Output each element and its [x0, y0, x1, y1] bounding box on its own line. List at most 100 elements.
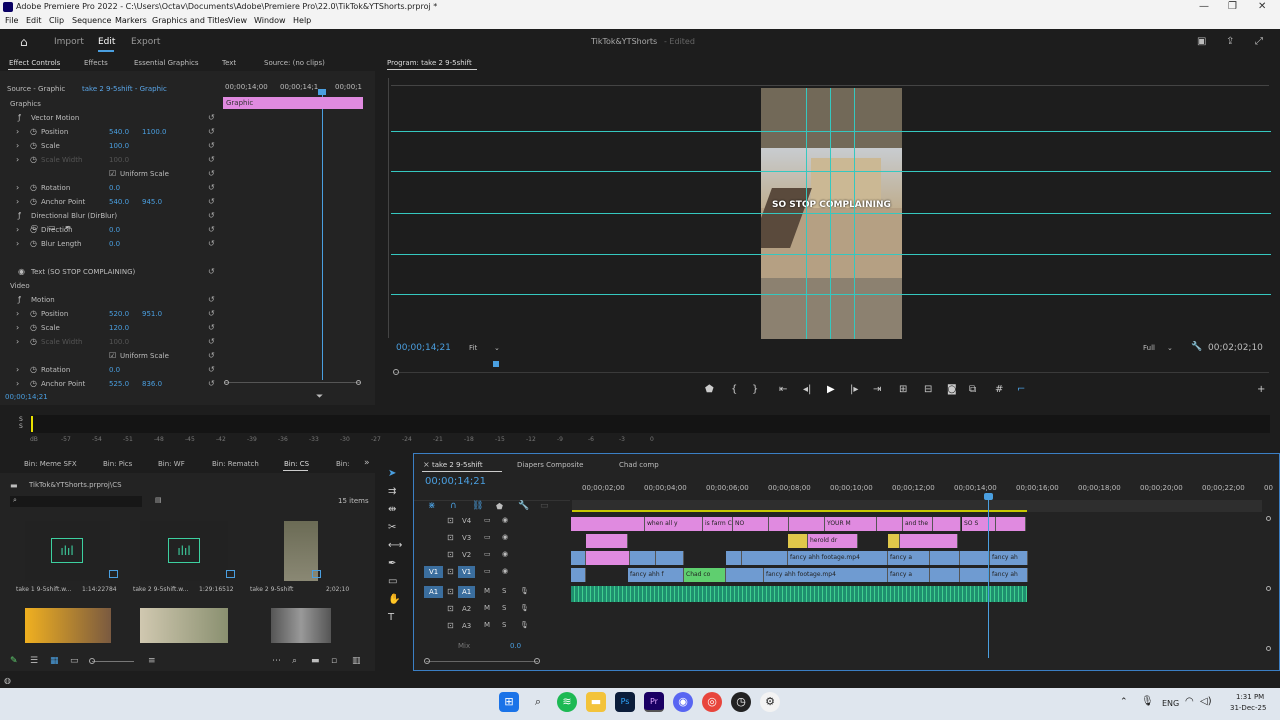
reset-icon[interactable]: ↺ [208, 197, 215, 206]
program-scrub-bar[interactable] [394, 372, 1269, 373]
lift-icon[interactable]: ⊞ [899, 384, 907, 395]
filter-icon[interactable]: ⏷ [316, 392, 323, 402]
track-select-icon[interactable]: ⇉ [388, 486, 396, 497]
program-timecode[interactable]: 00;00;14;21 [396, 343, 451, 353]
timeline-clip[interactable]: fancy ahh footage.mp4 [788, 551, 888, 565]
clock-app-icon[interactable]: ◷ [731, 692, 751, 712]
reset-icon[interactable]: ↺ [208, 127, 215, 136]
checkbox-icon[interactable]: ☑ [109, 169, 116, 178]
guide-v-2[interactable] [830, 88, 831, 339]
sync-lock-icon[interactable]: ▭ [484, 533, 491, 541]
fx-icon[interactable]: ƒ [18, 295, 21, 304]
ec-row-value-1[interactable]: 0.0 [109, 366, 120, 374]
reset-icon[interactable]: ↺ [208, 113, 215, 122]
maximize-icon[interactable]: ❐ [1228, 1, 1237, 12]
track-label-a1[interactable]: A1 [458, 586, 476, 598]
thumb-image-2[interactable] [140, 608, 228, 643]
sync-lock-icon[interactable]: ▭ [484, 550, 491, 558]
source-select[interactable]: Source - Graphic [7, 85, 65, 93]
menu-edit[interactable]: Edit [26, 16, 42, 25]
eye-icon[interactable]: ◉ [502, 533, 508, 541]
ec-row-value-2[interactable]: 836.0 [142, 380, 162, 388]
reset-icon[interactable]: ↺ [208, 309, 215, 318]
ec-row-value-1[interactable]: 0.0 [109, 226, 120, 234]
guide-h-3[interactable] [391, 213, 1271, 214]
play-icon[interactable]: ▶ [827, 384, 835, 395]
timeline-clip[interactable]: fancy a [888, 551, 930, 565]
close-tab-icon[interactable]: × [423, 460, 430, 469]
reset-icon[interactable]: ↺ [208, 379, 215, 388]
thumb-image-1[interactable] [25, 608, 111, 643]
timeline-clip[interactable] [789, 517, 825, 531]
button-editor-plus-icon[interactable]: + [1257, 384, 1265, 395]
reset-icon[interactable]: ↺ [208, 141, 215, 150]
thumb-image-3[interactable] [271, 608, 331, 643]
timeline-clip[interactable]: is farm C [703, 517, 733, 531]
stopwatch-icon[interactable]: ◷ [30, 323, 37, 332]
timeline-clip[interactable] [571, 551, 586, 565]
tab-export[interactable]: Export [131, 37, 160, 47]
mix-value[interactable]: 0.0 [510, 642, 521, 650]
timeline-clip[interactable] [888, 534, 900, 548]
reset-icon[interactable]: ↺ [208, 239, 215, 248]
sync-lock-icon[interactable]: ▭ [484, 516, 491, 524]
program-playhead-icon[interactable] [493, 361, 499, 367]
step-forward-icon[interactable]: |▸ [850, 384, 858, 395]
ec-row-value-1[interactable]: 520.0 [109, 310, 129, 318]
audio-clip-a1[interactable] [571, 586, 1027, 602]
tab-import[interactable]: Import [54, 37, 84, 47]
timeline-tab-take2[interactable]: take 2 9-5shift [432, 461, 483, 469]
snap-guides-icon[interactable]: ⌐ [1017, 384, 1025, 395]
rectangle-icon[interactable]: ▭ [388, 576, 397, 587]
nest-icon[interactable]: ⋇ [428, 501, 436, 511]
timeline-clip[interactable] [586, 551, 630, 565]
solo-icon[interactable]: S [502, 604, 506, 612]
timeline-clip[interactable]: fancy a [888, 568, 930, 582]
stopwatch-icon[interactable]: ◷ [30, 309, 37, 318]
pen-icon[interactable]: ✒ [388, 558, 396, 569]
timeline-clip[interactable] [571, 568, 586, 582]
freeform-view-icon[interactable]: ▭ [70, 656, 79, 666]
chevron-right-icon[interactable]: › [16, 183, 19, 192]
ec-row-value-1[interactable]: 120.0 [109, 324, 129, 332]
thumb-take2-wav[interactable]: ılıl [140, 521, 228, 581]
timeline-clip[interactable] [726, 568, 764, 582]
spotify-icon[interactable]: ≋ [557, 692, 577, 712]
timeline-clip[interactable] [571, 517, 645, 531]
fullscreen-icon[interactable]: ⤢ [1255, 36, 1263, 47]
chevron-right-icon[interactable]: › [16, 365, 19, 374]
lock-icon[interactable]: ⊡ [447, 533, 454, 542]
microphone-icon[interactable]: 🎙 [1141, 696, 1154, 707]
track-label-v3[interactable]: V3 [458, 532, 475, 544]
stopwatch-icon[interactable]: ◷ [30, 337, 37, 346]
timeline-clip[interactable] [930, 551, 960, 565]
tab-effects[interactable]: Effects [84, 59, 108, 67]
timeline-tab-diapers[interactable]: Diapers Composite [517, 461, 583, 469]
track-label-v4[interactable]: V4 [458, 515, 475, 527]
timeline-clip[interactable] [930, 568, 960, 582]
timeline-clip[interactable]: when all y [645, 517, 703, 531]
reset-icon[interactable]: ↺ [208, 351, 215, 360]
timeline-clip[interactable] [996, 517, 1026, 531]
timeline-clip[interactable] [742, 551, 788, 565]
lock-icon[interactable]: ⊡ [447, 567, 454, 576]
overlay-text[interactable]: SO STOP COMPLAINING [772, 200, 891, 210]
slip-icon[interactable]: ⟷ [388, 540, 402, 551]
search-icon[interactable]: ⌕ [528, 692, 548, 712]
track-label-a3[interactable]: A3 [458, 620, 475, 632]
chevron-right-icon[interactable]: › [16, 225, 19, 234]
language-indicator[interactable]: ENG [1162, 699, 1179, 708]
tab-source[interactable]: Source: (no clips) [264, 59, 325, 67]
more-tabs-chevron-icon[interactable]: » [364, 458, 370, 468]
timeline-clip[interactable]: YOUR M [825, 517, 877, 531]
ec-timecode[interactable]: 00;00;14;21 [5, 393, 48, 401]
thumb-take1[interactable]: ılıl [25, 521, 110, 581]
bin-rematch[interactable]: Bin: Rematch [212, 460, 259, 468]
timeline-marker-icon[interactable]: ⬟ [496, 502, 503, 511]
timeline-clip[interactable] [960, 568, 990, 582]
steam-icon[interactable]: ⚙ [760, 692, 780, 712]
reset-icon[interactable]: ↺ [208, 183, 215, 192]
guide-h-1[interactable] [391, 131, 1271, 132]
mute-icon[interactable]: M [484, 587, 490, 595]
ec-row-value-1[interactable]: 100.0 [109, 156, 129, 164]
